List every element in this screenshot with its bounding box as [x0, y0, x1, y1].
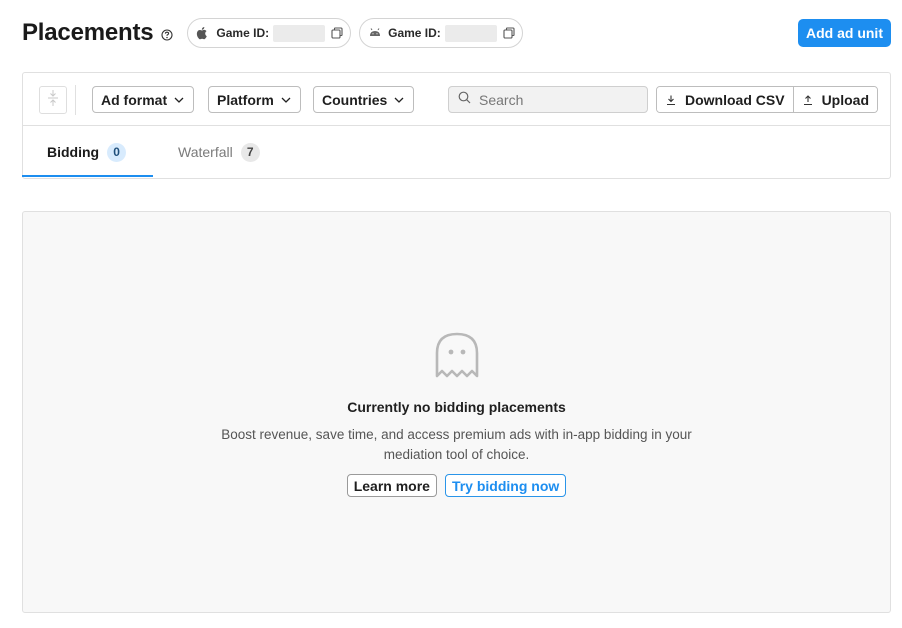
- download-label: Download CSV: [685, 91, 785, 108]
- chevron-down-icon: [280, 94, 292, 106]
- countries-filter[interactable]: Countries: [313, 86, 415, 113]
- add-ad-unit-button[interactable]: Add ad unit: [798, 19, 891, 47]
- copy-icon[interactable]: [331, 27, 343, 39]
- upload-button[interactable]: Upload: [792, 87, 878, 112]
- help-icon[interactable]: [161, 28, 173, 41]
- filter-label: Platform: [217, 91, 274, 108]
- filter-label: Ad format: [101, 91, 168, 108]
- apple-icon: [196, 26, 210, 40]
- game-id-value: [444, 24, 497, 42]
- empty-state: Currently no bidding placements Boost re…: [22, 211, 891, 613]
- platform-filter[interactable]: Platform: [208, 86, 301, 113]
- active-tab-indicator: [22, 175, 153, 177]
- tab-label: Bidding: [47, 144, 100, 160]
- copy-icon[interactable]: [503, 27, 515, 39]
- game-id-label: Game ID:: [388, 26, 441, 40]
- download-icon: [665, 94, 677, 106]
- csv-button-group: Download CSV Upload: [656, 86, 879, 113]
- learn-more-button[interactable]: Learn more: [346, 474, 437, 497]
- search-box: [448, 86, 648, 113]
- game-id-ios: Game ID:: [187, 18, 352, 48]
- upload-label: Upload: [821, 91, 870, 108]
- tab-bidding[interactable]: Bidding 0: [47, 126, 127, 178]
- ad-format-filter[interactable]: Ad format: [92, 86, 195, 113]
- game-id-label: Game ID:: [216, 26, 270, 40]
- empty-state-description: Boost revenue, save time, and access pre…: [221, 427, 692, 462]
- expand-icon: [46, 89, 60, 112]
- tab-bar: Bidding 0 Waterfall 7: [22, 126, 890, 178]
- divider: [75, 85, 76, 115]
- empty-state-actions: Learn more Try bidding now: [23, 474, 890, 497]
- count-badge: 0: [107, 142, 127, 162]
- tab-label: Waterfall: [178, 144, 233, 160]
- search-input[interactable]: [479, 91, 639, 108]
- chevron-down-icon: [393, 94, 405, 106]
- chevron-down-icon: [173, 94, 185, 106]
- try-bidding-button[interactable]: Try bidding now: [444, 474, 567, 497]
- empty-state-title: Currently no bidding placements: [347, 399, 566, 415]
- page-header: Placements Game ID: Game ID: Add ad unit: [22, 17, 891, 49]
- game-id-value: [273, 24, 326, 42]
- search-icon: [458, 91, 471, 109]
- count-badge: 7: [240, 142, 260, 162]
- page-title: Placements: [22, 19, 154, 46]
- ghost-icon: [434, 332, 480, 380]
- upload-icon: [802, 94, 814, 106]
- download-csv-button[interactable]: Download CSV: [657, 87, 793, 112]
- filter-label: Countries: [322, 91, 388, 108]
- android-icon: [368, 26, 382, 40]
- tab-waterfall[interactable]: Waterfall 7: [178, 126, 260, 178]
- toolbar: Ad format Platform Countries Download CS…: [23, 73, 890, 126]
- game-id-android: Game ID:: [359, 18, 523, 48]
- expand-collapse-button[interactable]: [39, 86, 67, 114]
- placements-panel: Ad format Platform Countries Download CS…: [22, 72, 891, 179]
